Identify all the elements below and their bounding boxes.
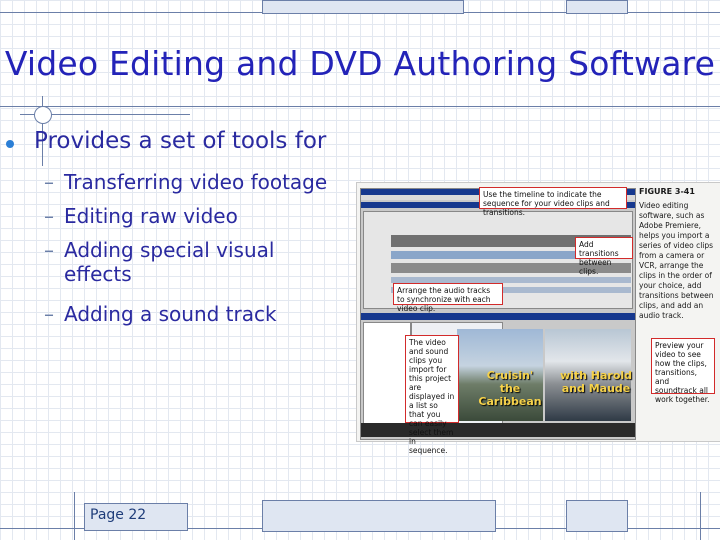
- callout-timeline: Use the timeline to indicate the sequenc…: [479, 187, 627, 217]
- preview-controls: [361, 423, 635, 437]
- subpoint-1: – Transferring video footage: [44, 170, 327, 194]
- footer-box-right: [566, 500, 628, 532]
- footer-box-mid: [262, 500, 496, 532]
- project-header: [361, 313, 635, 320]
- page-label: Page 22: [90, 507, 147, 523]
- dash-icon: –: [44, 302, 54, 326]
- subpoint-label: Adding a sound track: [64, 302, 277, 326]
- callout-clips: The video and sound clips you import for…: [405, 335, 459, 455]
- photo-label-right: with Harold and Maude: [559, 369, 633, 395]
- figure-caption: Video editing software, such as Adobe Pr…: [639, 201, 714, 320]
- photo-label-left: Cruisin' the Caribbean: [478, 369, 542, 408]
- top-right-box: [262, 0, 464, 14]
- dash-icon: –: [44, 238, 54, 262]
- slide-title: Video Editing and DVD Authoring Software: [4, 44, 716, 83]
- bullet-text: Provides a set of tools for: [34, 128, 327, 154]
- subpoint-label: Adding special visual effects: [64, 238, 275, 286]
- subpoint-3: – Adding special visual effects: [44, 238, 294, 286]
- circle-ornament: [34, 106, 52, 124]
- top-right-box-2: [566, 0, 628, 14]
- callout-audio: Arrange the audio tracks to synchronize …: [393, 283, 503, 313]
- footer-vert-1: [74, 492, 75, 540]
- subpoint-label: Transferring video footage: [64, 170, 328, 194]
- dash-icon: –: [44, 204, 54, 228]
- clip-list: [363, 322, 411, 434]
- footer-vert-2: [700, 492, 701, 540]
- dash-icon: –: [44, 170, 54, 194]
- figure-heading: FIGURE 3-41: [639, 187, 695, 196]
- subpoint-2: – Editing raw video: [44, 204, 238, 228]
- title-rule: [0, 106, 720, 107]
- callout-preview: Preview your video to see how the clips,…: [651, 338, 715, 404]
- subpoint-4: – Adding a sound track: [44, 302, 277, 326]
- bullet-dot: [6, 140, 14, 148]
- software-figure: Cruisin' the Caribbean with Harold and M…: [356, 182, 720, 455]
- subpoint-label: Editing raw video: [64, 204, 238, 228]
- callout-transitions: Add transitions between clips.: [575, 237, 633, 276]
